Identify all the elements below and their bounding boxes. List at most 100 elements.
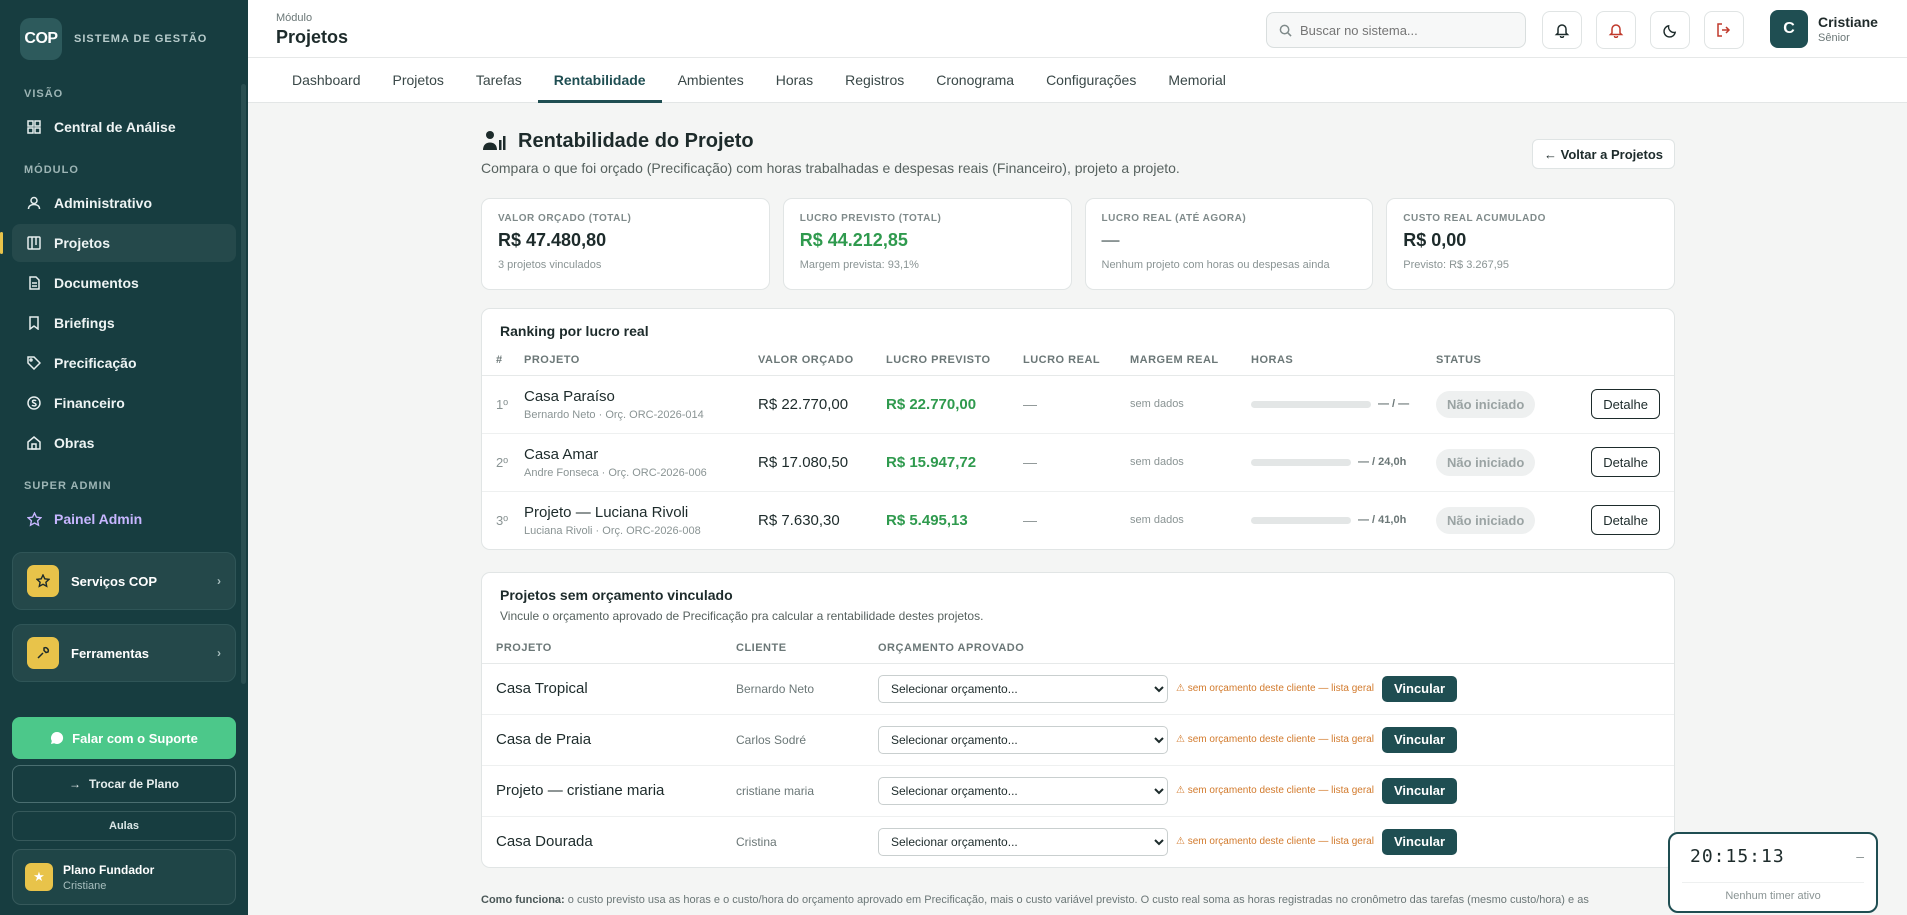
- main-content: Rentabilidade do Projeto Compara o que f…: [481, 103, 1675, 906]
- chevron-right-icon: ›: [217, 646, 221, 660]
- budget-select-cell: Selecionar orçamento... ⚠ sem orçamento …: [878, 663, 1674, 715]
- search-input[interactable]: [1300, 22, 1500, 38]
- star-icon: [26, 511, 42, 527]
- sidebar-item-label: Central de Análise: [54, 119, 176, 135]
- alerts-button[interactable]: [1596, 11, 1636, 49]
- module-tabs: Dashboard Projetos Tarefas Rentabilidade…: [248, 58, 1907, 103]
- warning-text: ⚠ sem orçamento deste cliente — lista ge…: [1176, 734, 1374, 745]
- tab-cronograma[interactable]: Cronograma: [920, 58, 1030, 103]
- budget-select[interactable]: Selecionar orçamento...: [878, 725, 1168, 754]
- brand-logo[interactable]: COP: [20, 18, 62, 60]
- sidebar-item-painel-admin[interactable]: Painel Admin: [12, 500, 236, 538]
- expected-profit: R$ 5.495,13: [886, 511, 968, 529]
- notifications-button[interactable]: [1542, 11, 1582, 49]
- project-name: Casa de Praia: [482, 714, 736, 766]
- col-header: CLIENTE: [736, 633, 878, 664]
- tab-memorial[interactable]: Memorial: [1152, 58, 1242, 103]
- dollar-icon: [26, 395, 42, 411]
- budget-select[interactable]: Selecionar orçamento...: [878, 776, 1168, 805]
- logout-button[interactable]: [1704, 11, 1744, 49]
- table-row: 1º Casa Paraíso Bernardo Neto · Orç. ORC…: [482, 375, 1674, 434]
- sidebar-item-label: Precificação: [54, 355, 137, 371]
- tool-servicos-cop[interactable]: Serviços COP ›: [12, 552, 236, 610]
- tab-tarefas[interactable]: Tarefas: [460, 58, 538, 103]
- page-subtitle: Compara o que foi orçado (Precificação) …: [481, 160, 1180, 176]
- link-button[interactable]: Vincular: [1381, 777, 1458, 804]
- real-profit: —: [1023, 375, 1130, 434]
- actions-cell: Detalhe: [1574, 491, 1674, 549]
- aulas-button[interactable]: Aulas: [12, 811, 236, 841]
- project-meta: Andre Fonseca · Orç. ORC-2026-006: [524, 466, 707, 479]
- status-cell: Não iniciado: [1436, 375, 1574, 434]
- real-profit: —: [1023, 512, 1037, 529]
- detail-button[interactable]: Detalhe: [1591, 447, 1660, 477]
- table-row: 3º Projeto — Luciana Rivoli Luciana Rivo…: [482, 491, 1674, 549]
- plan-card[interactable]: ★ Plano Fundador Cristiane: [12, 849, 236, 905]
- budget-select[interactable]: Selecionar orçamento...: [878, 674, 1168, 703]
- star-icon: ★: [25, 863, 53, 891]
- detail-button[interactable]: Detalhe: [1591, 389, 1660, 419]
- tab-rentabilidade[interactable]: Rentabilidade: [537, 58, 662, 103]
- page-header: Rentabilidade do Projeto Compara o que f…: [481, 103, 1675, 195]
- sidebar-item-label: Documentos: [54, 275, 139, 291]
- section-modulo: MÓDULO: [24, 164, 79, 176]
- home-icon: [26, 435, 42, 451]
- sidebar-item-precificacao[interactable]: Precificação: [12, 344, 236, 382]
- project-name[interactable]: Projeto — Luciana Rivoli: [524, 504, 758, 521]
- timer-widget[interactable]: 20:15:13 – Nenhum timer ativo: [1668, 832, 1878, 913]
- status-badge: Não iniciado: [1436, 390, 1536, 418]
- tab-projetos[interactable]: Projetos: [377, 58, 460, 103]
- sidebar-item-financeiro[interactable]: Financeiro: [12, 384, 236, 422]
- col-header: HORAS: [1251, 345, 1436, 376]
- support-button[interactable]: Falar com o Suporte: [12, 717, 236, 759]
- hours-progress-bar: [1251, 458, 1351, 466]
- logout-icon: [1716, 22, 1732, 38]
- col-header: LUCRO REAL: [1023, 345, 1130, 376]
- user-role: Sênior: [1818, 32, 1850, 44]
- link-button[interactable]: Vincular: [1381, 675, 1458, 702]
- change-plan-button[interactable]: → Trocar de Plano: [12, 765, 236, 803]
- link-button[interactable]: Vincular: [1381, 726, 1458, 753]
- sidebar-item-briefings[interactable]: Briefings: [12, 304, 236, 342]
- sidebar-item-administrativo[interactable]: Administrativo: [12, 184, 236, 222]
- project-name[interactable]: Casa Paraíso: [524, 388, 758, 405]
- actions-cell: Detalhe: [1574, 433, 1674, 492]
- module-label: Módulo: [276, 12, 313, 24]
- tool-ferramentas[interactable]: Ferramentas ›: [12, 624, 236, 682]
- project-name: Projeto — cristiane maria: [482, 765, 736, 817]
- link-button[interactable]: Vincular: [1381, 828, 1458, 855]
- project-name[interactable]: Casa Amar: [524, 446, 758, 463]
- budget-select[interactable]: Selecionar orçamento...: [878, 827, 1168, 856]
- sidebar-item-obras[interactable]: Obras: [12, 424, 236, 462]
- hours-text: — / 24,0h: [1358, 456, 1407, 468]
- tab-horas[interactable]: Horas: [760, 58, 829, 103]
- sidebar-item-projetos[interactable]: Projetos: [0, 224, 236, 262]
- sidebar-scrollbar[interactable]: [241, 84, 246, 684]
- sidebar-item-central-analise[interactable]: Central de Análise: [12, 108, 236, 146]
- theme-toggle-button[interactable]: [1650, 11, 1690, 49]
- tab-registros[interactable]: Registros: [829, 58, 920, 103]
- kpi-note: Nenhum projeto com horas ou despesas ain…: [1101, 259, 1330, 271]
- search-box[interactable]: [1266, 12, 1526, 48]
- kpi-value: R$ 47.480,80: [498, 230, 607, 250]
- hours-text: — / 41,0h: [1358, 514, 1407, 527]
- back-to-projects-button[interactable]: ← Voltar a Projetos: [1532, 139, 1675, 169]
- detail-button[interactable]: Detalhe: [1591, 505, 1660, 536]
- hours-progress-bar: [1251, 516, 1351, 524]
- user-menu[interactable]: C Cristiane Sênior: [1770, 10, 1878, 48]
- kpi-note: Previsto: R$ 3.267,95: [1403, 259, 1510, 271]
- budget-value: R$ 17.080,50: [758, 433, 886, 492]
- minimize-icon[interactable]: –: [1856, 848, 1864, 864]
- sidebar-item-documentos[interactable]: Documentos: [12, 264, 236, 302]
- tab-ambientes[interactable]: Ambientes: [662, 58, 760, 103]
- hours-progress-bar: [1251, 400, 1371, 408]
- tab-dashboard[interactable]: Dashboard: [276, 58, 377, 103]
- budget-value: R$ 22.770,00: [758, 375, 886, 434]
- rank: 3º: [496, 512, 508, 528]
- unlinked-title: Projetos sem orçamento vinculado: [500, 587, 733, 603]
- tab-configuracoes[interactable]: Configurações: [1030, 58, 1152, 103]
- warning-text: ⚠ sem orçamento deste cliente — lista ge…: [1176, 785, 1374, 796]
- warning-text: ⚠ sem orçamento deste cliente — lista ge…: [1176, 836, 1374, 848]
- timer-time: 20:15:13: [1690, 846, 1785, 867]
- kpi-card: LUCRO PREVISTO (TOTAL) R$ 44.212,85 Marg…: [782, 198, 1072, 290]
